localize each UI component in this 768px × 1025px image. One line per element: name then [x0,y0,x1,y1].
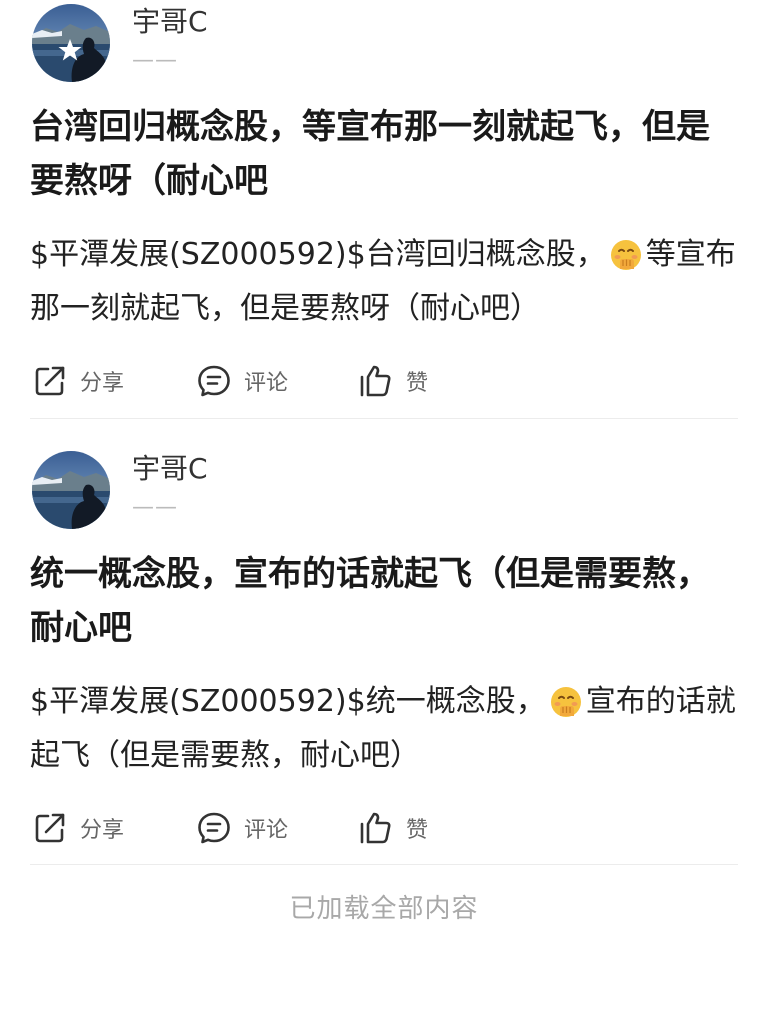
comment-label: 评论 [244,818,289,843]
post-title[interactable]: 台湾回归概念股，等宣布那一刻就起飞，但是要熬呀（耐心吧 [30,100,742,208]
shush-emoji-icon [610,240,641,270]
divider [30,864,738,865]
post-content[interactable]: $平潭发展(SZ000592)$台湾回归概念股， 等宣布那一刻就起飞，但是要熬呀… [30,228,742,336]
share-label: 分享 [80,371,125,396]
verified-star-icon [58,39,82,61]
post-content-text: $平潭发展(SZ000592)$台湾回归概念股， [30,237,606,272]
like-button[interactable]: 赞 [358,807,428,849]
like-label: 赞 [406,371,429,396]
like-label: 赞 [406,818,429,843]
comment-icon [198,812,230,844]
share-icon [35,813,65,843]
author-name[interactable]: 宇哥C [132,4,208,40]
avatar[interactable] [32,451,110,529]
author-description: —— [132,495,178,520]
action-bar: 分享 评论 赞 [30,360,738,402]
post-content[interactable]: $平潭发展(SZ000592)$统一概念股， 宣布的话就起飞（但是需要熬，耐心吧… [30,675,742,783]
action-bar: 分享 评论 赞 [30,807,738,849]
share-button[interactable]: 分享 [32,807,124,849]
thumbs-up-icon [360,365,391,397]
post-title[interactable]: 统一概念股，宣布的话就起飞（但是需要熬，耐心吧 [30,547,742,655]
shush-emoji-icon [550,687,581,717]
share-label: 分享 [80,818,125,843]
post-card: 宇哥C —— 台湾回归概念股，等宣布那一刻就起飞，但是要熬呀（耐心吧 $平潭发展… [0,0,768,447]
post-card: 宇哥C —— 统一概念股，宣布的话就起飞（但是需要熬，耐心吧 $平潭发展(SZ0… [0,447,768,893]
author-description: —— [132,48,178,73]
comment-icon [198,365,230,397]
comment-button[interactable]: 评论 [196,360,288,402]
comment-label: 评论 [244,371,289,396]
comment-button[interactable]: 评论 [196,807,288,849]
share-button[interactable]: 分享 [32,360,124,402]
author-name[interactable]: 宇哥C [132,451,208,487]
divider [30,418,738,419]
post-content-text: $平潭发展(SZ000592)$统一概念股， [30,684,546,719]
like-button[interactable]: 赞 [358,360,428,402]
thumbs-up-icon [360,812,391,844]
share-icon [35,366,65,396]
load-complete-text: 已加载全部内容 [289,894,479,924]
